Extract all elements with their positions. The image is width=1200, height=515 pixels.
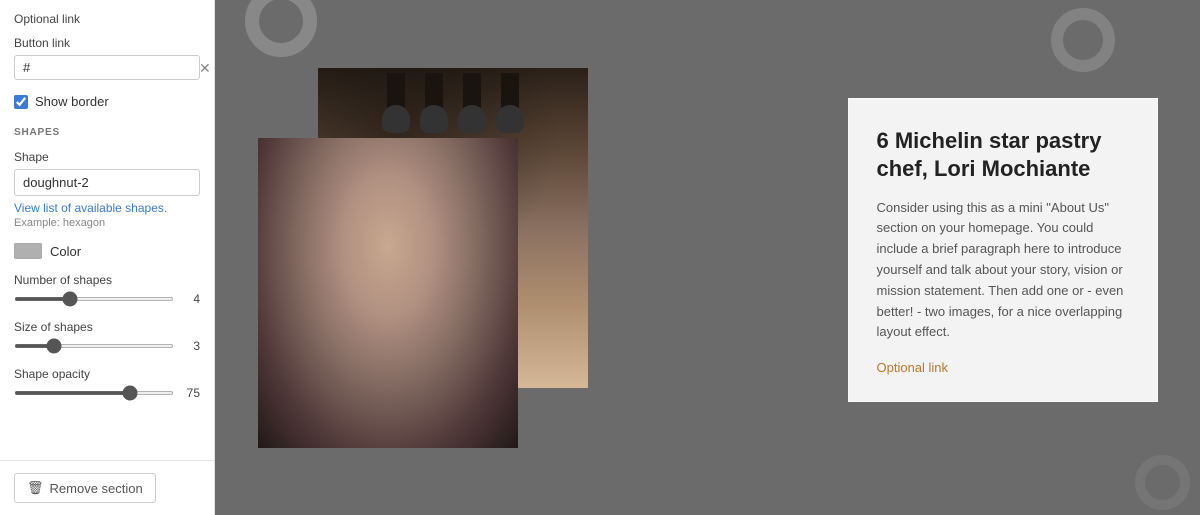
remove-section-button[interactable]: 🗑 Remove section bbox=[14, 473, 156, 503]
light-2 bbox=[425, 73, 443, 133]
text-card: 6 Michelin star pastry chef, Lori Mochia… bbox=[848, 98, 1158, 403]
button-link-input-row: ✕ bbox=[14, 55, 200, 80]
remove-section-label: Remove section bbox=[50, 481, 143, 496]
color-label: Color bbox=[50, 244, 81, 259]
num-shapes-group: Number of shapes 4 bbox=[14, 273, 200, 306]
shape-label: Shape bbox=[14, 150, 200, 164]
portrait-image bbox=[258, 138, 518, 448]
trash-icon: 🗑 bbox=[27, 480, 44, 496]
size-shapes-value: 3 bbox=[182, 339, 200, 353]
shape-opacity-label: Shape opacity bbox=[14, 367, 200, 381]
shape-opacity-slider-row: 75 bbox=[14, 386, 200, 400]
num-shapes-slider[interactable] bbox=[14, 297, 174, 301]
shape-opacity-group: Shape opacity 75 bbox=[14, 367, 200, 400]
color-swatch[interactable] bbox=[14, 243, 42, 259]
left-panel: Optional link Button link ✕ Show border … bbox=[0, 0, 215, 515]
size-shapes-label: Size of shapes bbox=[14, 320, 200, 334]
optional-link-label: Optional link bbox=[14, 12, 200, 26]
card-title: 6 Michelin star pastry chef, Lori Mochia… bbox=[877, 127, 1129, 184]
clear-input-icon[interactable]: ✕ bbox=[199, 61, 211, 75]
shape-field-group: Shape View list of available shapes. Exa… bbox=[14, 150, 200, 229]
size-shapes-group: Size of shapes 3 bbox=[14, 320, 200, 353]
button-link-label: Button link bbox=[14, 36, 200, 50]
shapes-section-title: SHAPES bbox=[14, 127, 200, 138]
size-shapes-slider-row: 3 bbox=[14, 339, 200, 353]
shape-opacity-slider[interactable] bbox=[14, 391, 174, 395]
content-area: 6 Michelin star pastry chef, Lori Mochia… bbox=[258, 38, 1158, 478]
view-shapes-link[interactable]: View list of available shapes. bbox=[14, 201, 200, 215]
panel-content: Optional link Button link ✕ Show border … bbox=[0, 0, 214, 460]
num-shapes-value: 4 bbox=[182, 292, 200, 306]
button-link-group: Button link ✕ bbox=[14, 36, 200, 80]
images-container bbox=[258, 38, 678, 458]
show-border-checkbox[interactable] bbox=[14, 95, 28, 109]
size-shapes-slider[interactable] bbox=[14, 344, 174, 348]
show-border-row: Show border bbox=[14, 94, 200, 109]
shape-example-text: Example: hexagon bbox=[14, 217, 200, 229]
button-link-input[interactable] bbox=[23, 60, 199, 75]
card-body: Consider using this as a mini "About Us"… bbox=[877, 198, 1129, 344]
light-1 bbox=[387, 73, 405, 133]
panel-footer: 🗑 Remove section bbox=[0, 460, 214, 515]
shape-opacity-value: 75 bbox=[182, 386, 200, 400]
num-shapes-slider-row: 4 bbox=[14, 292, 200, 306]
shape-input[interactable] bbox=[14, 169, 200, 196]
light-4 bbox=[501, 73, 519, 133]
optional-link[interactable]: Optional link bbox=[877, 360, 949, 375]
show-border-label[interactable]: Show border bbox=[35, 94, 109, 109]
portrait-img-bg bbox=[258, 138, 518, 448]
right-preview: 6 Michelin star pastry chef, Lori Mochia… bbox=[215, 0, 1200, 515]
light-3 bbox=[463, 73, 481, 133]
color-row: Color bbox=[14, 243, 200, 259]
num-shapes-label: Number of shapes bbox=[14, 273, 200, 287]
